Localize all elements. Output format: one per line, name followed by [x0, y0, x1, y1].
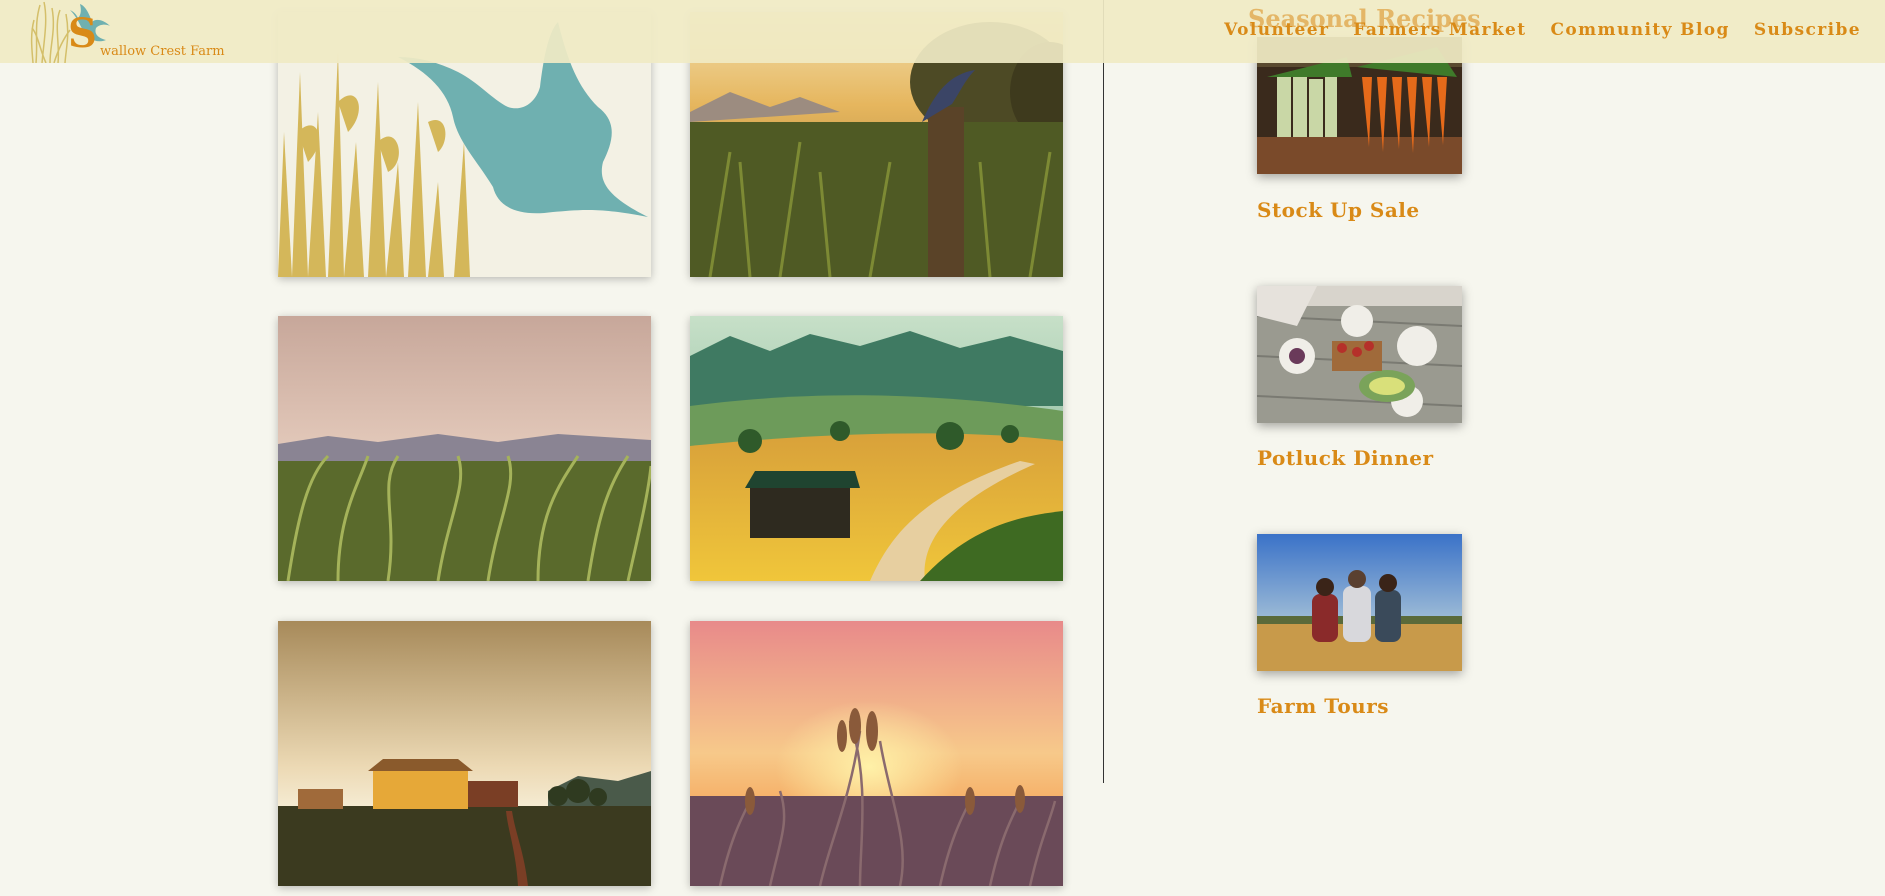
- logo-initial: S: [68, 10, 97, 57]
- sidebar-thumb-potluck-dinner[interactable]: [1257, 286, 1462, 423]
- gallery-tile-farm-buildings[interactable]: [278, 621, 651, 886]
- wheat-sunset-photo: [690, 621, 1063, 886]
- nav-subscribe[interactable]: Subscribe: [1754, 20, 1861, 40]
- gallery-tile-barn-valley[interactable]: [690, 316, 1063, 581]
- cornfield-photo: [278, 316, 651, 581]
- barn-valley-road-photo: [690, 316, 1063, 581]
- content-divider: [1103, 0, 1104, 783]
- sidebar-title-farm-tours[interactable]: Farm Tours: [1257, 694, 1389, 718]
- people-in-field-photo: [1257, 534, 1462, 671]
- nav-community-blog[interactable]: Community Blog: [1551, 20, 1730, 40]
- farm-buildings-sunset-photo: [278, 621, 651, 886]
- gallery-tile-cornfield[interactable]: [278, 316, 651, 581]
- sidebar-title-potluck-dinner[interactable]: Potluck Dinner: [1257, 446, 1434, 470]
- site-header: S wallow Crest Farm Volunteer Farmers Ma…: [0, 0, 1885, 63]
- site-logo[interactable]: S wallow Crest Farm: [30, 0, 225, 63]
- logo-wordmark: wallow Crest Farm: [100, 44, 225, 59]
- dinner-table-photo: [1257, 286, 1462, 423]
- seasonal-recipes-heading[interactable]: Seasonal Recipes: [1248, 4, 1481, 33]
- gallery-tile-wheat-sunset[interactable]: [690, 621, 1063, 886]
- sidebar-title-stock-up-sale[interactable]: Stock Up Sale: [1257, 198, 1420, 222]
- sidebar-thumb-farm-tours[interactable]: [1257, 534, 1462, 671]
